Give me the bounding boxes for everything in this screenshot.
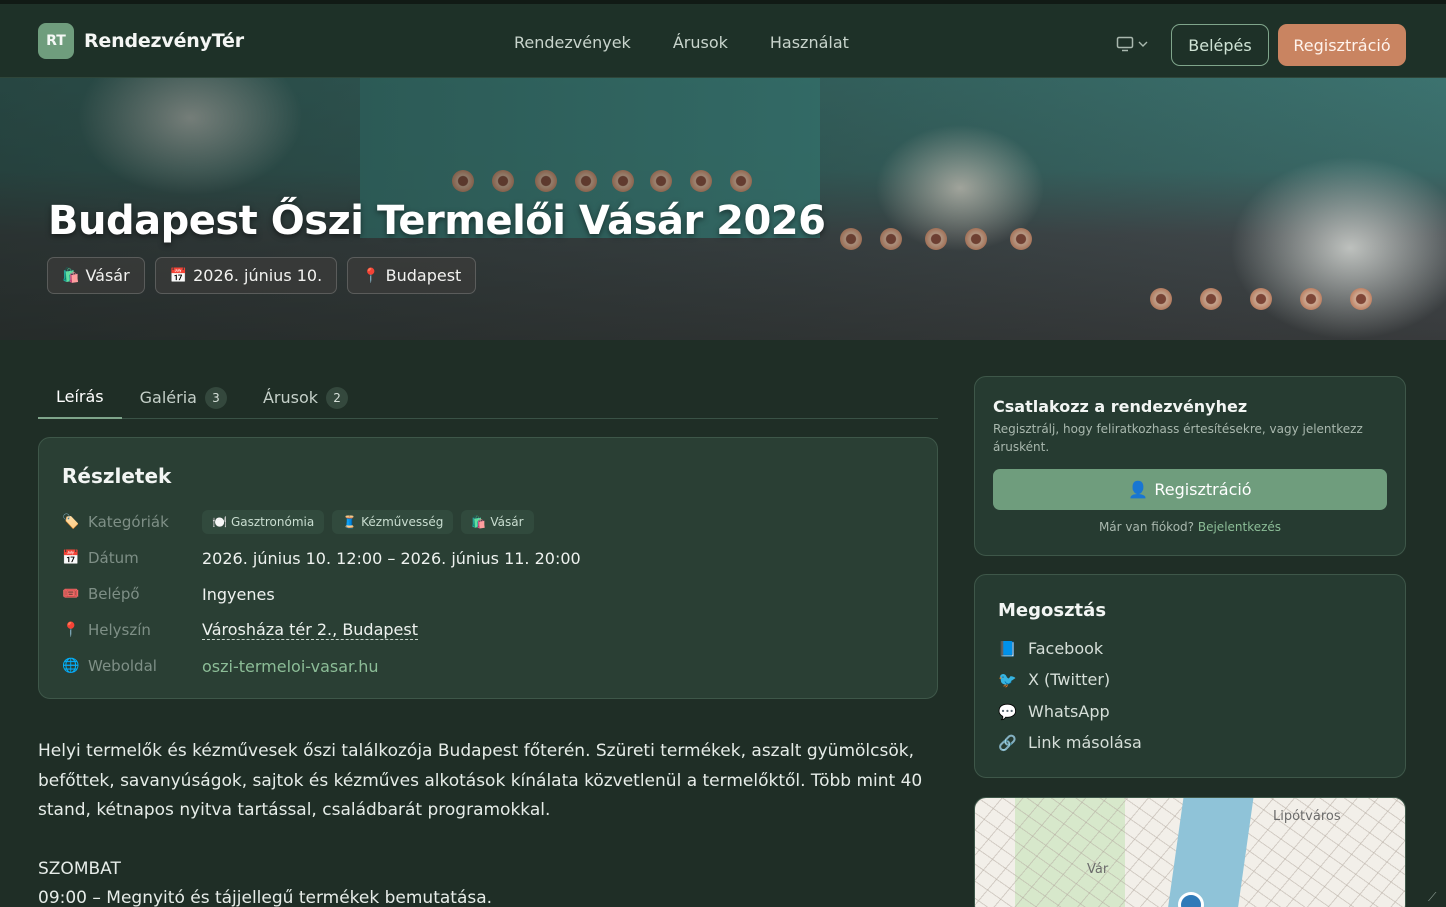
share-twitter[interactable]: 🐦 X (Twitter): [998, 670, 1110, 689]
details-row-entry: 🎟️ Belépő Ingyenes: [62, 582, 275, 606]
tag-icon: 🏷️: [62, 514, 80, 530]
thread-icon: 🧵: [342, 515, 358, 529]
chip-city: 📍 Budapest: [347, 257, 477, 294]
details-card: Részletek 🏷️ Kategóriák 🍽️ Gasztronómia 🧵 K…: [38, 437, 938, 699]
logo[interactable]: RT RendezvényTér: [38, 23, 244, 59]
details-row-website: 🌐 Weboldal oszi-termeloi-vasar.hu: [62, 654, 379, 678]
join-footer: Már van fiókod? Bejelentkezés: [975, 520, 1405, 534]
share-twitter-label: X (Twitter): [1028, 670, 1111, 689]
schedule-line: 09:00 – Megnyitó és tájjellegű termékek …: [38, 888, 493, 907]
share-whatsapp-label: WhatsApp: [1028, 702, 1110, 721]
shopping-bags-icon: 🛍️: [62, 267, 80, 284]
join-register-button[interactable]: 👤 Regisztráció: [993, 469, 1387, 510]
resize-grip-icon[interactable]: ⟋: [1428, 890, 1442, 904]
tab-vendors[interactable]: Árusok 2: [245, 376, 366, 419]
category-tag-market[interactable]: 🛍️ Vásár: [461, 510, 534, 534]
share-facebook[interactable]: 📘 Facebook: [998, 639, 1103, 658]
hero-chips: 🛍️ Vásár 📅 2026. június 10. 📍 Budapest: [47, 257, 477, 294]
register-button[interactable]: Regisztráció: [1278, 24, 1406, 66]
ticket-icon: 🎟️: [62, 586, 80, 602]
calendar-icon: 📅: [169, 267, 188, 284]
main-nav: Rendezvények Árusok Használat: [514, 33, 849, 52]
details-row-categories: 🏷️ Kategóriák 🍽️ Gasztronómia 🧵 Kézművesség…: [62, 510, 542, 534]
tab-gallery[interactable]: Galéria 3: [122, 376, 245, 419]
website-link[interactable]: oszi-termeloi-vasar.hu: [202, 657, 379, 676]
join-title: Csatlakozz a rendezvényhez: [993, 397, 1248, 416]
speech-bubble-icon: 💬: [998, 702, 1017, 721]
tab-gallery-count: 3: [204, 386, 227, 409]
calendar-icon: 📅: [62, 550, 80, 566]
details-title: Részletek: [62, 464, 172, 488]
location-label: Helyszín: [88, 621, 151, 639]
login-link[interactable]: Bejelentkezés: [1198, 520, 1281, 534]
details-row-location: 📍 Helyszín Városháza tér 2., Budapest: [62, 618, 418, 642]
category-tag-gastronomy[interactable]: 🍽️ Gasztronómia: [202, 510, 325, 534]
top-navbar: RT RendezvényTér Rendezvények Árusok Has…: [0, 0, 1446, 78]
tab-gallery-label: Galéria: [139, 388, 197, 407]
website-label: Weboldal: [88, 657, 157, 675]
join-card: Csatlakozz a rendezvényhez Regisztrálj, …: [974, 376, 1406, 556]
category-tag-label: Kézművesség: [361, 515, 444, 529]
event-description: Helyi termelők és kézművesek őszi találk…: [38, 737, 938, 907]
schedule-day-heading: SZOMBAT: [38, 858, 121, 879]
join-register-label: Regisztráció: [1154, 480, 1252, 499]
monitor-icon: [1116, 36, 1134, 52]
entry-label: Belépő: [88, 585, 140, 603]
tab-description-label: Leírás: [56, 387, 104, 406]
nav-item-vendors[interactable]: Árusok: [673, 33, 728, 52]
share-facebook-label: Facebook: [1028, 639, 1104, 658]
event-title: Budapest Őszi Termelői Vásár 2026: [48, 198, 826, 244]
pin-icon: 📍: [362, 267, 380, 284]
nav-item-events[interactable]: Rendezvények: [514, 33, 631, 52]
description-paragraph: Helyi termelők és kézművesek őszi találk…: [38, 741, 923, 820]
link-icon: 🔗: [998, 733, 1017, 752]
content-tabs: Leírás Galéria 3 Árusok 2: [38, 376, 938, 419]
date-value: 2026. június 10. 12:00 – 2026. június 11…: [202, 548, 581, 568]
category-tag-crafts[interactable]: 🧵 Kézművesség: [332, 510, 454, 534]
chip-city-label: Budapest: [385, 266, 462, 285]
chip-type-label: Vásár: [85, 266, 130, 285]
share-whatsapp[interactable]: 💬 WhatsApp: [998, 702, 1110, 721]
share-title: Megosztás: [998, 600, 1107, 621]
tab-description[interactable]: Leírás: [38, 376, 122, 419]
details-row-date: 📅 Dátum 2026. június 10. 12:00 – 2026. jú…: [62, 546, 581, 570]
logo-text: RendezvényTér: [84, 30, 244, 52]
theme-switcher[interactable]: [1116, 32, 1152, 56]
share-card: Megosztás 📘 Facebook 🐦 X (Twitter) 💬 Wha…: [974, 574, 1406, 778]
share-copy-link[interactable]: 🔗 Link másolása: [998, 733, 1142, 752]
join-subtitle: Regisztrálj, hogy feliratkozhass értesít…: [993, 422, 1363, 454]
category-tag-label: Vásár: [490, 515, 524, 529]
tab-vendors-label: Árusok: [262, 388, 319, 407]
join-footer-text: Már van fiókod?: [1098, 520, 1195, 534]
nav-item-usage[interactable]: Használat: [770, 33, 849, 52]
map-label-district: Lipótváros: [1273, 809, 1341, 824]
logo-badge: RT: [38, 23, 74, 59]
plate-icon: 🍽️: [212, 515, 227, 529]
category-tag-label: Gasztronómia: [230, 515, 315, 529]
chip-type: 🛍️ Vásár: [47, 257, 145, 294]
pin-icon: 📍: [62, 622, 80, 638]
globe-icon: 🌐: [62, 658, 80, 674]
user-icon: 👤: [1128, 480, 1149, 499]
tab-vendors-count: 2: [326, 386, 349, 409]
entry-value: Ingyenes: [202, 584, 275, 604]
share-copy-link-label: Link másolása: [1028, 733, 1142, 752]
login-button[interactable]: Belépés: [1171, 24, 1269, 66]
location-value[interactable]: Városháza tér 2., Budapest: [202, 620, 418, 640]
facebook-icon: 📘: [998, 639, 1017, 658]
categories-label: Kategóriák: [88, 513, 169, 531]
bird-icon: 🐦: [998, 670, 1017, 689]
chevron-down-icon: [1138, 41, 1148, 47]
location-map[interactable]: Lipótváros Vár: [974, 797, 1406, 907]
map-label-castle: Vár: [1087, 862, 1109, 877]
shopping-bags-icon: 🛍️: [471, 515, 487, 529]
chip-date-label: 2026. június 10.: [193, 266, 323, 285]
chip-date: 📅 2026. június 10.: [154, 257, 338, 294]
date-label: Dátum: [88, 549, 139, 567]
